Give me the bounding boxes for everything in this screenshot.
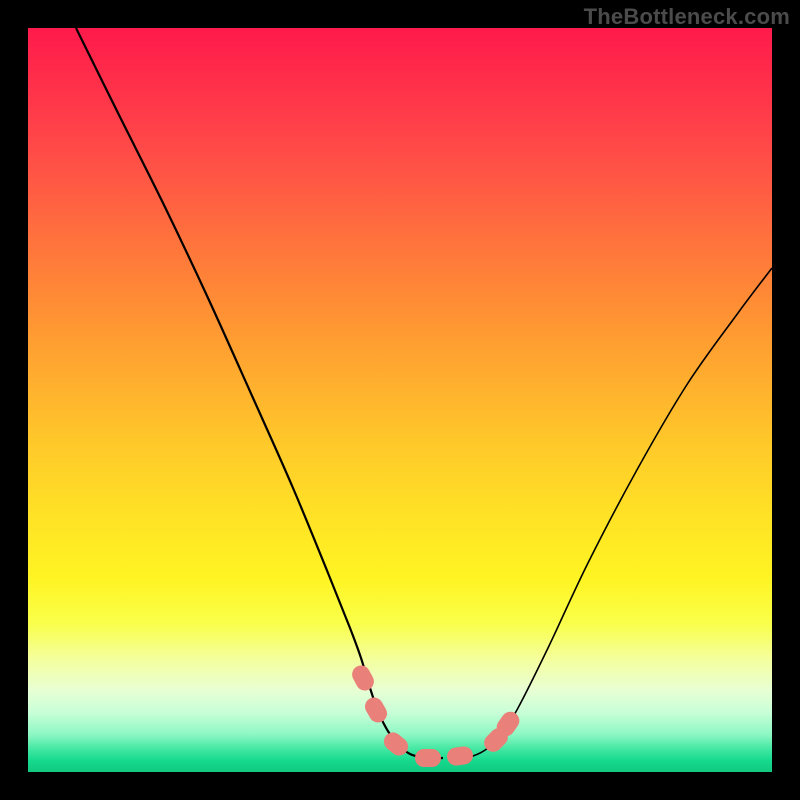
watermark-label: TheBottleneck.com xyxy=(584,4,790,30)
marker xyxy=(362,694,391,726)
outer-frame: TheBottleneck.com xyxy=(0,0,800,800)
marker xyxy=(380,729,411,760)
marker xyxy=(446,745,474,766)
chart-svg xyxy=(28,28,772,772)
right-curve xyxy=(458,268,772,758)
left-curve xyxy=(76,28,443,758)
bottom-markers-group xyxy=(349,662,523,767)
marker xyxy=(415,749,441,767)
marker xyxy=(349,662,377,693)
plot-area xyxy=(28,28,772,772)
